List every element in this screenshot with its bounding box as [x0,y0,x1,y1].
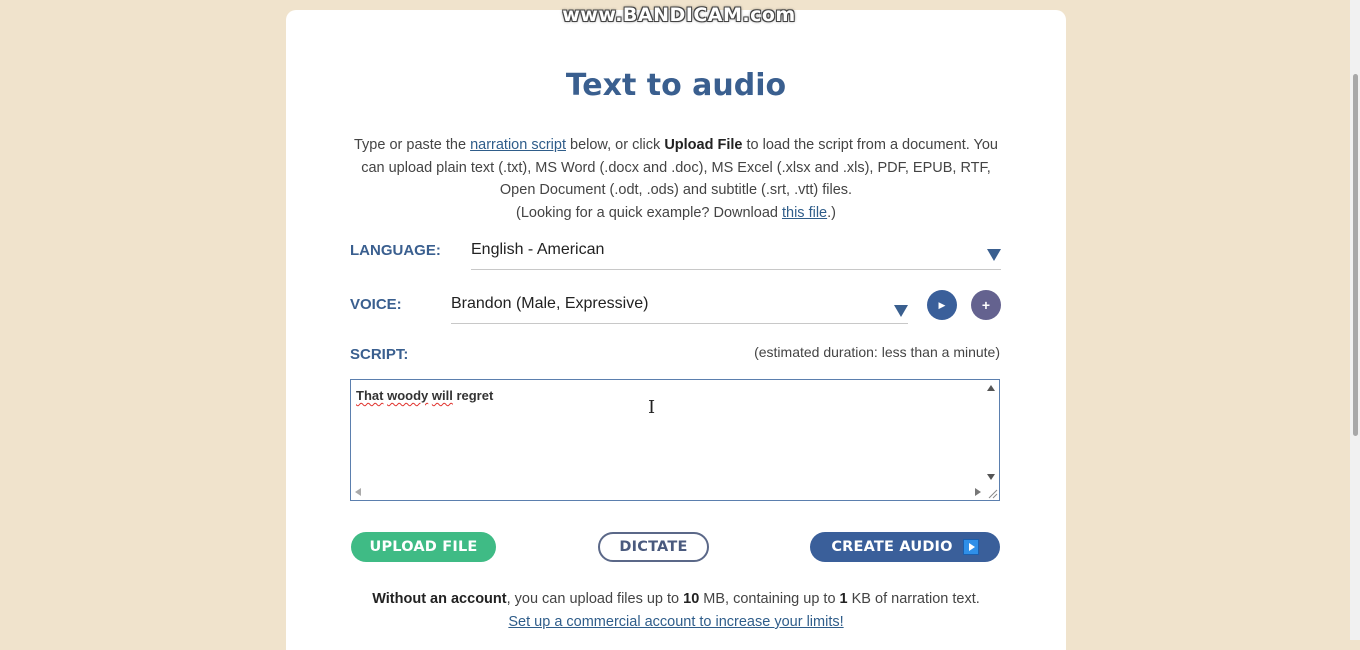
plus-icon: + [981,297,991,313]
create-audio-label: CREATE AUDIO [831,539,953,555]
dictate-button[interactable]: DICTATE [598,532,709,562]
script-word: regret [452,388,494,403]
page-title: Text to audio [565,68,787,103]
limits-kb-value: 1 [839,591,848,607]
limits-text-part: , you can upload files up to [506,591,684,607]
intro-text: Type or paste the narration script below… [346,134,1006,224]
upload-file-button[interactable]: UPLOAD FILE [351,532,496,562]
limits-text-part: KB of narration text. [847,591,980,607]
limits-text-part: MB, containing up to [699,591,840,607]
language-select[interactable]: English - American [471,241,1001,270]
script-label: SCRIPT: [350,346,409,363]
commercial-account-link[interactable]: Set up a commercial account to increase … [508,614,843,630]
preview-voice-button[interactable]: ▶ [927,290,957,320]
voice-select[interactable]: Brandon (Male, Expressive) [451,295,908,324]
main-card: Text to audio Type or paste the narratio… [286,10,1066,650]
chevron-down-icon [987,249,1001,261]
intro-text-part: Type or paste the [354,137,471,153]
voice-selected-value: Brandon (Male, Expressive) [451,295,649,312]
intro-upload-file-mention: Upload File [664,137,743,153]
language-selected-value: English - American [471,241,605,258]
script-text: That woody will regret [356,388,493,403]
scroll-down-arrow-icon[interactable] [987,474,995,480]
script-word: woody [387,388,429,403]
limits-no-account: Without an account [372,591,507,607]
intro-text-part: below, or click [565,137,665,153]
scroll-left-arrow-icon[interactable] [355,488,361,496]
voice-label: VOICE: [350,296,402,313]
recorder-watermark: www.BANDICAM.com [562,4,796,26]
account-limits-note: Without an account, you can upload files… [286,588,1066,634]
resize-grip-icon[interactable] [986,487,998,499]
limits-size-value: 10 [683,591,700,607]
textarea-vertical-scrollbar[interactable] [983,380,999,484]
example-file-link[interactable]: this file [782,205,827,221]
scroll-right-arrow-icon[interactable] [975,488,981,496]
play-icon: ▶ [938,300,946,310]
add-voice-button[interactable]: + [971,290,1001,320]
textarea-horizontal-scrollbar[interactable] [351,484,985,500]
intro-text-part: (Looking for a quick example? Download [516,204,782,221]
page-scrollbar-thumb[interactable] [1353,74,1358,436]
play-icon [963,539,979,555]
language-label: LANGUAGE: [350,242,441,259]
narration-script-link[interactable]: narration script [470,137,566,153]
scroll-up-arrow-icon[interactable] [987,385,995,391]
text-cursor-icon: I [648,397,656,418]
intro-text-part: .) [827,204,836,221]
script-textarea[interactable]: That woody will regret [350,379,1000,501]
script-word: will [431,388,453,403]
script-word: That [356,388,384,403]
estimated-duration: (estimated duration: less than a minute) [754,344,1000,360]
chevron-down-icon [894,305,908,317]
page-scrollbar[interactable] [1350,0,1360,640]
create-audio-button[interactable]: CREATE AUDIO [810,532,1000,562]
